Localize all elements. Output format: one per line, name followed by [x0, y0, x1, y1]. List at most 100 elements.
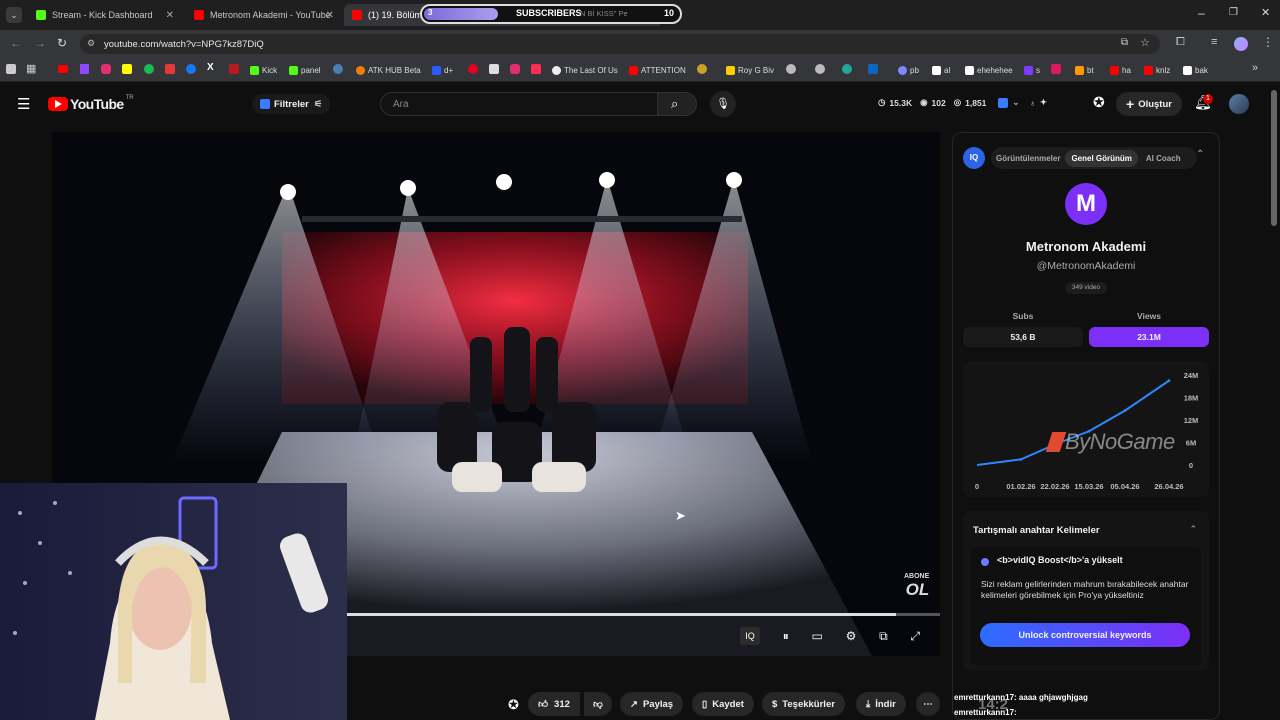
settings-icon[interactable]: ⚙ [846, 629, 857, 643]
bookmark-panel[interactable]: panel [289, 64, 321, 76]
facebook-bookmark-icon[interactable] [186, 64, 196, 74]
more-actions-button[interactable]: ⋯ [916, 692, 940, 716]
save-button[interactable]: ▯ Kaydet [692, 692, 754, 716]
account-avatar[interactable] [1229, 94, 1249, 114]
bookmark-star-icon[interactable]: ☆ [1140, 36, 1150, 49]
forward-icon[interactable]: → [34, 36, 46, 50]
chevron-down-icon[interactable]: ⌄ [1012, 97, 1019, 108]
diamond-bookmark-icon[interactable] [489, 64, 499, 74]
linkedin-bookmark-icon[interactable] [868, 64, 878, 74]
bookmark-disney[interactable]: d+ [432, 64, 453, 76]
subscribe-watermark[interactable]: ABONE OL [904, 573, 929, 600]
youtube-bookmark-icon[interactable] [58, 65, 68, 73]
misc-bookmark-icon[interactable] [786, 64, 796, 74]
grid-icon[interactable]: ▦ [26, 62, 36, 75]
miniplayer-icon[interactable]: ⧉ [879, 629, 888, 644]
instagram-bookmark-icon[interactable] [101, 64, 111, 74]
twitch-bookmark-icon[interactable] [80, 64, 89, 74]
trophy-icon[interactable]: ♁ [1030, 98, 1036, 108]
youtube-logo[interactable]: YouTube TR [48, 95, 134, 112]
bookmark-al[interactable]: al [932, 64, 950, 76]
close-window-icon[interactable]: ✕ [1261, 6, 1270, 19]
vidiq-action-icon[interactable]: ✪ [508, 697, 519, 713]
like-button[interactable]: 👍︎ 312 [528, 692, 580, 716]
thanks-button[interactable]: $ Teşekkürler [762, 692, 845, 716]
profile-avatar[interactable] [1234, 37, 1248, 51]
tab-views[interactable]: Görüntülenmeler [991, 154, 1065, 163]
more-bookmarks-icon[interactable]: » [1252, 62, 1258, 74]
install-icon[interactable]: ⧉ [1121, 37, 1128, 48]
bookmark-s[interactable]: s [1024, 64, 1040, 76]
bookmark-atk-hub[interactable]: ATK HUB Beta [356, 64, 421, 76]
darkred-bookmark-icon[interactable] [229, 64, 239, 74]
download-button[interactable]: ⤓ İndir [856, 692, 906, 716]
subs-toggle[interactable]: 53,6 B [963, 327, 1083, 347]
tab-kick-dashboard[interactable]: Stream - Kick Dashboard ✕ [28, 4, 180, 26]
back-icon[interactable]: ← [10, 36, 22, 50]
yellow-bookmark-icon[interactable] [697, 64, 707, 74]
bookmark-kick[interactable]: Kick [250, 64, 277, 76]
pinterest-bookmark-icon[interactable] [468, 64, 478, 74]
reload-icon[interactable]: ↻ [57, 36, 67, 50]
filters-button[interactable]: Filtreler ⚟ [252, 94, 331, 114]
tab-ai-coach[interactable]: AI Coach [1138, 154, 1189, 163]
dislike-button[interactable]: 👎︎ [584, 692, 612, 716]
youtube-icon [1110, 65, 1119, 75]
misc-bookmark-icon[interactable] [842, 64, 852, 74]
collapse-icon[interactable]: ⌃ [1196, 149, 1204, 160]
bookmark-ha[interactable]: ha [1110, 64, 1131, 76]
bookmark-ehehehee[interactable]: ehehehee [965, 64, 1013, 76]
search-input[interactable]: Ara [380, 92, 658, 116]
clock-overlay: 14:2 [978, 696, 1009, 713]
vidiq-icon [260, 99, 270, 109]
subs-label: Subs [1012, 311, 1034, 321]
extensions-icon[interactable]: ⧠ [1176, 36, 1185, 49]
hamburger-menu-icon[interactable]: ☰ [17, 95, 30, 113]
green-bookmark-icon[interactable] [144, 64, 154, 74]
close-icon[interactable]: ✕ [326, 10, 334, 21]
bookmark-pb[interactable]: pb [898, 64, 919, 76]
address-bar[interactable]: ⚙ youtube.com/watch?v=NPG7kz87DiQ ⧉ ☆ [80, 34, 1160, 54]
unlock-keywords-button[interactable]: Unlock controversial keywords [980, 623, 1190, 647]
vidiq-icon[interactable] [998, 97, 1009, 108]
media-icon[interactable]: ≡ [1211, 36, 1217, 48]
bookmark-knlz[interactable]: knlz [1144, 64, 1170, 76]
apps-icon[interactable] [6, 64, 16, 74]
create-button[interactable]: + Oluştur [1116, 92, 1182, 116]
bookmark-last-of-us[interactable]: The Last Of Us [552, 64, 618, 76]
bookmark-attention[interactable]: ATTENTION [629, 64, 686, 76]
fullscreen-icon[interactable]: ⤢ [910, 629, 920, 644]
instagram-bookmark-icon[interactable] [510, 64, 520, 74]
bookmark-label: panel [301, 65, 321, 75]
chevron-up-icon[interactable]: ⌃ [1189, 524, 1197, 535]
steam-bookmark-icon[interactable] [333, 64, 343, 74]
lock-bookmark-icon[interactable] [1051, 64, 1061, 74]
share-button[interactable]: ↗ Paylaş [620, 692, 684, 716]
subtitles-icon[interactable]: ▭ [811, 629, 822, 643]
page-scrollbar[interactable] [1271, 90, 1277, 226]
sparkle-icon[interactable]: ✦ [1040, 97, 1047, 108]
search-button[interactable]: ⌕ [657, 92, 697, 116]
tab-search-icon[interactable]: ⌄ [6, 7, 22, 23]
vidiq-player-icon[interactable]: IQ [740, 627, 760, 645]
snapchat-bookmark-icon[interactable] [122, 64, 132, 74]
tab-youtube-channel[interactable]: Metronom Akademi - YouTube ✕ [186, 4, 340, 26]
tab-overview[interactable]: Genel Görünüm [1065, 149, 1138, 167]
voice-search-icon[interactable]: 🎙 [710, 91, 736, 117]
menu-icon[interactable]: ⋮ [1262, 35, 1274, 49]
views-toggle[interactable]: 23.1M [1089, 327, 1209, 347]
close-icon[interactable]: ✕ [166, 10, 174, 21]
x-bookmark-icon[interactable]: X [207, 62, 214, 73]
bynogame-icon [1045, 432, 1067, 452]
vidiq-extension-icon[interactable]: ✪ [1093, 94, 1105, 111]
restore-icon[interactable]: ❐ [1229, 7, 1238, 18]
pause-icon[interactable]: ⏸ [783, 629, 789, 644]
minimize-icon[interactable]: – [1198, 6, 1205, 20]
misc-bookmark-icon[interactable] [815, 64, 825, 74]
bookmark-roy-g-biv[interactable]: Roy G Biv [726, 64, 774, 76]
site-info-icon[interactable]: ⚙ [87, 38, 95, 49]
bookmark-bak[interactable]: bak [1183, 64, 1208, 76]
bookmark-bt[interactable]: bt [1075, 64, 1094, 76]
red-bookmark-icon[interactable] [165, 64, 175, 74]
dash-bookmark-icon[interactable] [531, 64, 541, 74]
